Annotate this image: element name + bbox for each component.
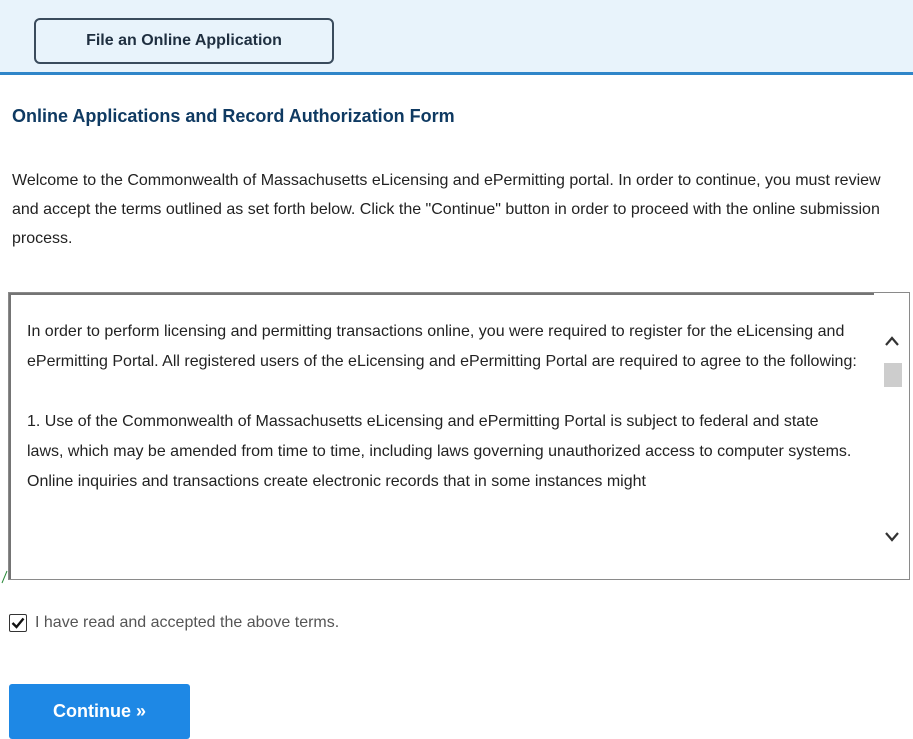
checkmark-icon [11, 617, 25, 629]
chevron-down-icon[interactable] [884, 529, 900, 545]
agree-terms-row: I have read and accepted the above terms… [9, 614, 339, 632]
form-title: Online Applications and Record Authoriza… [12, 106, 455, 126]
terms-content-area: In order to perform licensing and permit… [9, 293, 874, 579]
decorative-tick-mark [0, 570, 8, 584]
terms-paragraph-2: 1. Use of the Commonwealth of Massachuse… [27, 413, 852, 490]
chevron-up-icon[interactable] [884, 333, 900, 349]
terms-scroll-box[interactable]: In order to perform licensing and permit… [8, 292, 910, 580]
terms-paragraph-1: In order to perform licensing and permit… [27, 323, 857, 370]
agree-terms-checkbox[interactable] [9, 614, 27, 632]
terms-text: In order to perform licensing and permit… [27, 317, 857, 527]
scrollbar-thumb[interactable] [884, 363, 902, 387]
file-online-application-button[interactable]: File an Online Application [34, 18, 334, 64]
intro-text: Welcome to the Commonwealth of Massachus… [12, 172, 881, 247]
terms-scrollbar[interactable] [875, 293, 909, 579]
header-band: File an Online Application [0, 0, 913, 75]
agree-terms-label[interactable]: I have read and accepted the above terms… [35, 614, 339, 632]
continue-button[interactable]: Continue » [9, 684, 190, 739]
